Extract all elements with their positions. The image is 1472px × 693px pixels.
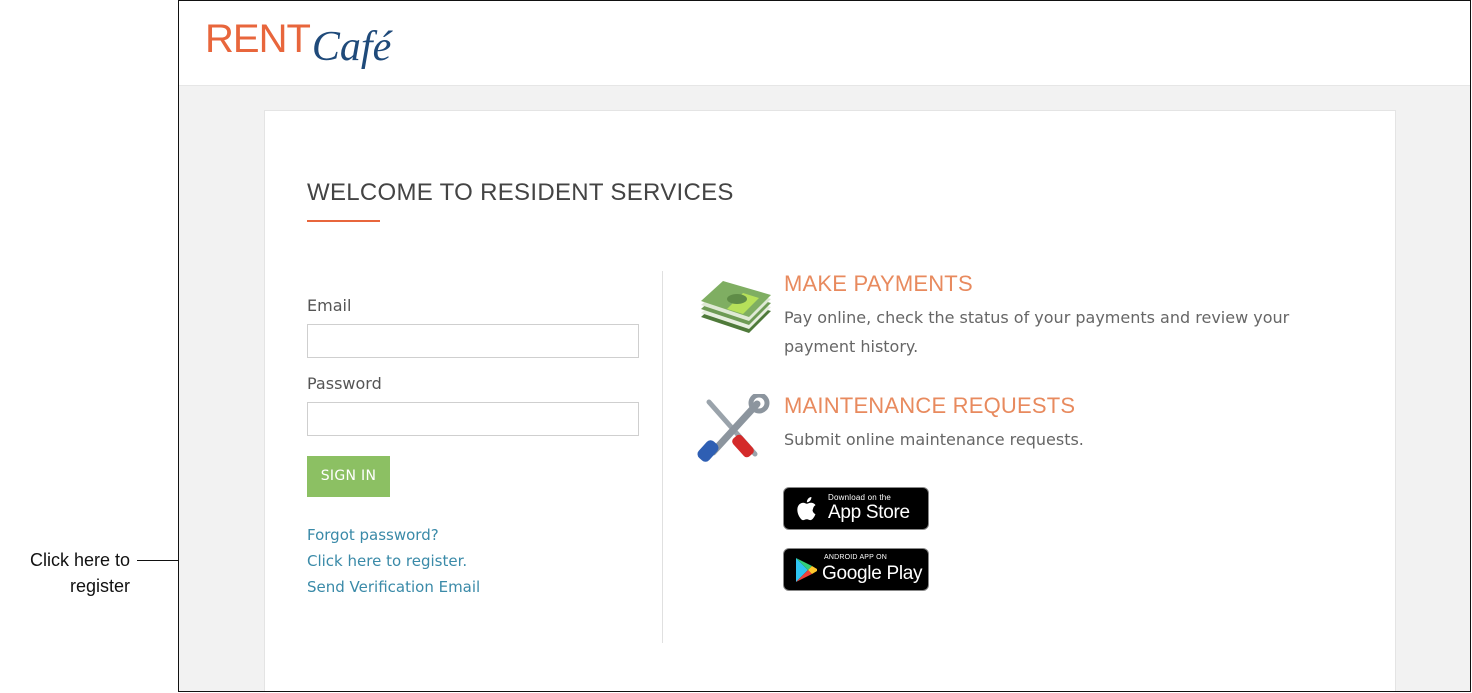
- maintenance-requests-description: Submit online maintenance requests.: [784, 430, 1084, 449]
- maintenance-requests-title[interactable]: MAINTENANCE REQUESTS: [784, 393, 1075, 419]
- make-payments-desc-line2: payment history.: [784, 337, 919, 356]
- email-field[interactable]: [307, 324, 639, 358]
- top-bar: RENT Café: [179, 1, 1470, 86]
- make-payments-title[interactable]: MAKE PAYMENTS: [784, 271, 973, 297]
- google-play-big-text: Google Play: [822, 563, 923, 584]
- app-store-badge[interactable]: Download on the App Store: [783, 487, 929, 530]
- logo-cafe: Café: [311, 24, 392, 70]
- screenshot-frame: RENT Café WELCOME TO RESIDENT SERVICES E…: [178, 0, 1471, 692]
- password-field[interactable]: [307, 402, 639, 436]
- column-divider: [662, 271, 663, 643]
- apple-icon: [797, 497, 816, 521]
- sign-in-button[interactable]: SIGN IN: [307, 456, 390, 497]
- money-stack-icon: [701, 281, 771, 333]
- password-label: Password: [307, 374, 382, 393]
- app-store-big-text: App Store: [828, 502, 910, 523]
- page-title: WELCOME TO RESIDENT SERVICES: [307, 179, 734, 206]
- rentcafe-logo[interactable]: RENT Café: [205, 15, 391, 70]
- logo-rent: RENT: [205, 17, 311, 61]
- register-callout-line1: Click here to: [29, 550, 130, 570]
- app-store-small-text: Download on the: [828, 493, 892, 502]
- register-link[interactable]: Click here to register.: [307, 552, 467, 570]
- register-callout: Click here to register: [0, 547, 130, 599]
- make-payments-description: Pay online, check the status of your pay…: [784, 303, 1304, 361]
- tools-icon: [697, 394, 770, 462]
- send-verification-link[interactable]: Send Verification Email: [307, 578, 480, 596]
- google-play-badge[interactable]: ANDROID APP ON Google Play: [783, 548, 929, 591]
- google-play-icon: [796, 558, 817, 582]
- email-label: Email: [307, 296, 352, 315]
- forgot-password-link[interactable]: Forgot password?: [307, 526, 439, 544]
- make-payments-desc-line1: Pay online, check the status of your pay…: [784, 308, 1290, 327]
- title-underline: [307, 220, 380, 222]
- register-callout-line2: register: [69, 576, 130, 596]
- login-card: WELCOME TO RESIDENT SERVICES Email Passw…: [264, 110, 1396, 691]
- google-play-small-text: ANDROID APP ON: [824, 554, 887, 561]
